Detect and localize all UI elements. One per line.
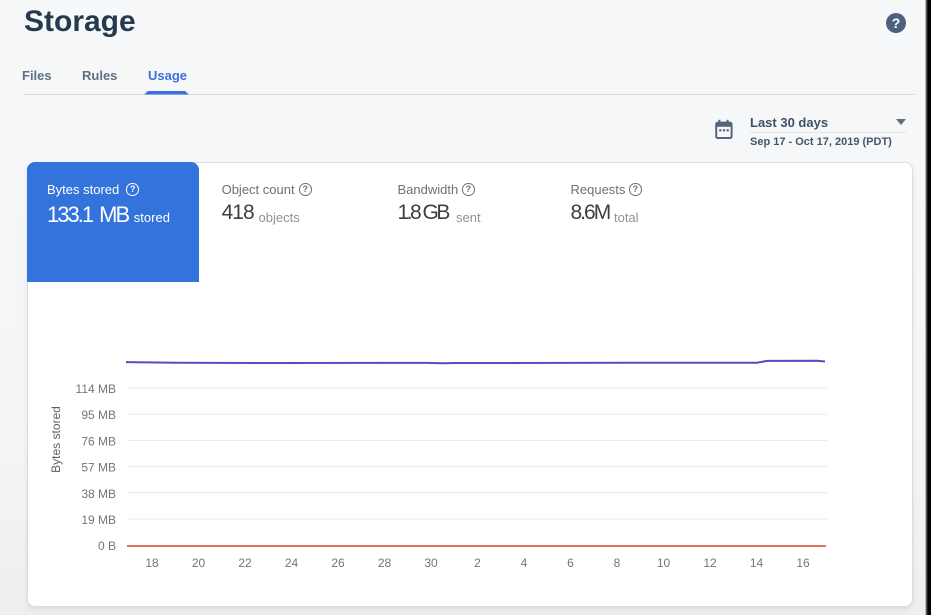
svg-text:24: 24 <box>285 556 299 570</box>
svg-text:6: 6 <box>567 556 574 570</box>
svg-text:14: 14 <box>750 556 764 570</box>
svg-text:Bytes stored: Bytes stored <box>49 406 63 473</box>
svg-text:2: 2 <box>474 556 481 570</box>
svg-text:76 MB: 76 MB <box>81 434 116 448</box>
svg-text:95 MB: 95 MB <box>81 408 116 422</box>
svg-text:28: 28 <box>378 556 392 570</box>
svg-text:16: 16 <box>796 556 810 570</box>
svg-text:22: 22 <box>238 556 252 570</box>
svg-text:10: 10 <box>657 556 671 570</box>
svg-text:4: 4 <box>521 556 528 570</box>
svg-text:38 MB: 38 MB <box>81 487 116 501</box>
svg-text:20: 20 <box>192 556 206 570</box>
svg-text:26: 26 <box>331 556 345 570</box>
svg-text:114 MB: 114 MB <box>76 382 116 396</box>
svg-text:8: 8 <box>614 556 621 570</box>
svg-text:18: 18 <box>145 556 159 570</box>
svg-text:19 MB: 19 MB <box>81 513 116 527</box>
svg-text:57 MB: 57 MB <box>81 461 116 475</box>
svg-text:0 B: 0 B <box>98 539 116 553</box>
svg-text:12: 12 <box>703 556 717 570</box>
svg-text:30: 30 <box>424 556 438 570</box>
